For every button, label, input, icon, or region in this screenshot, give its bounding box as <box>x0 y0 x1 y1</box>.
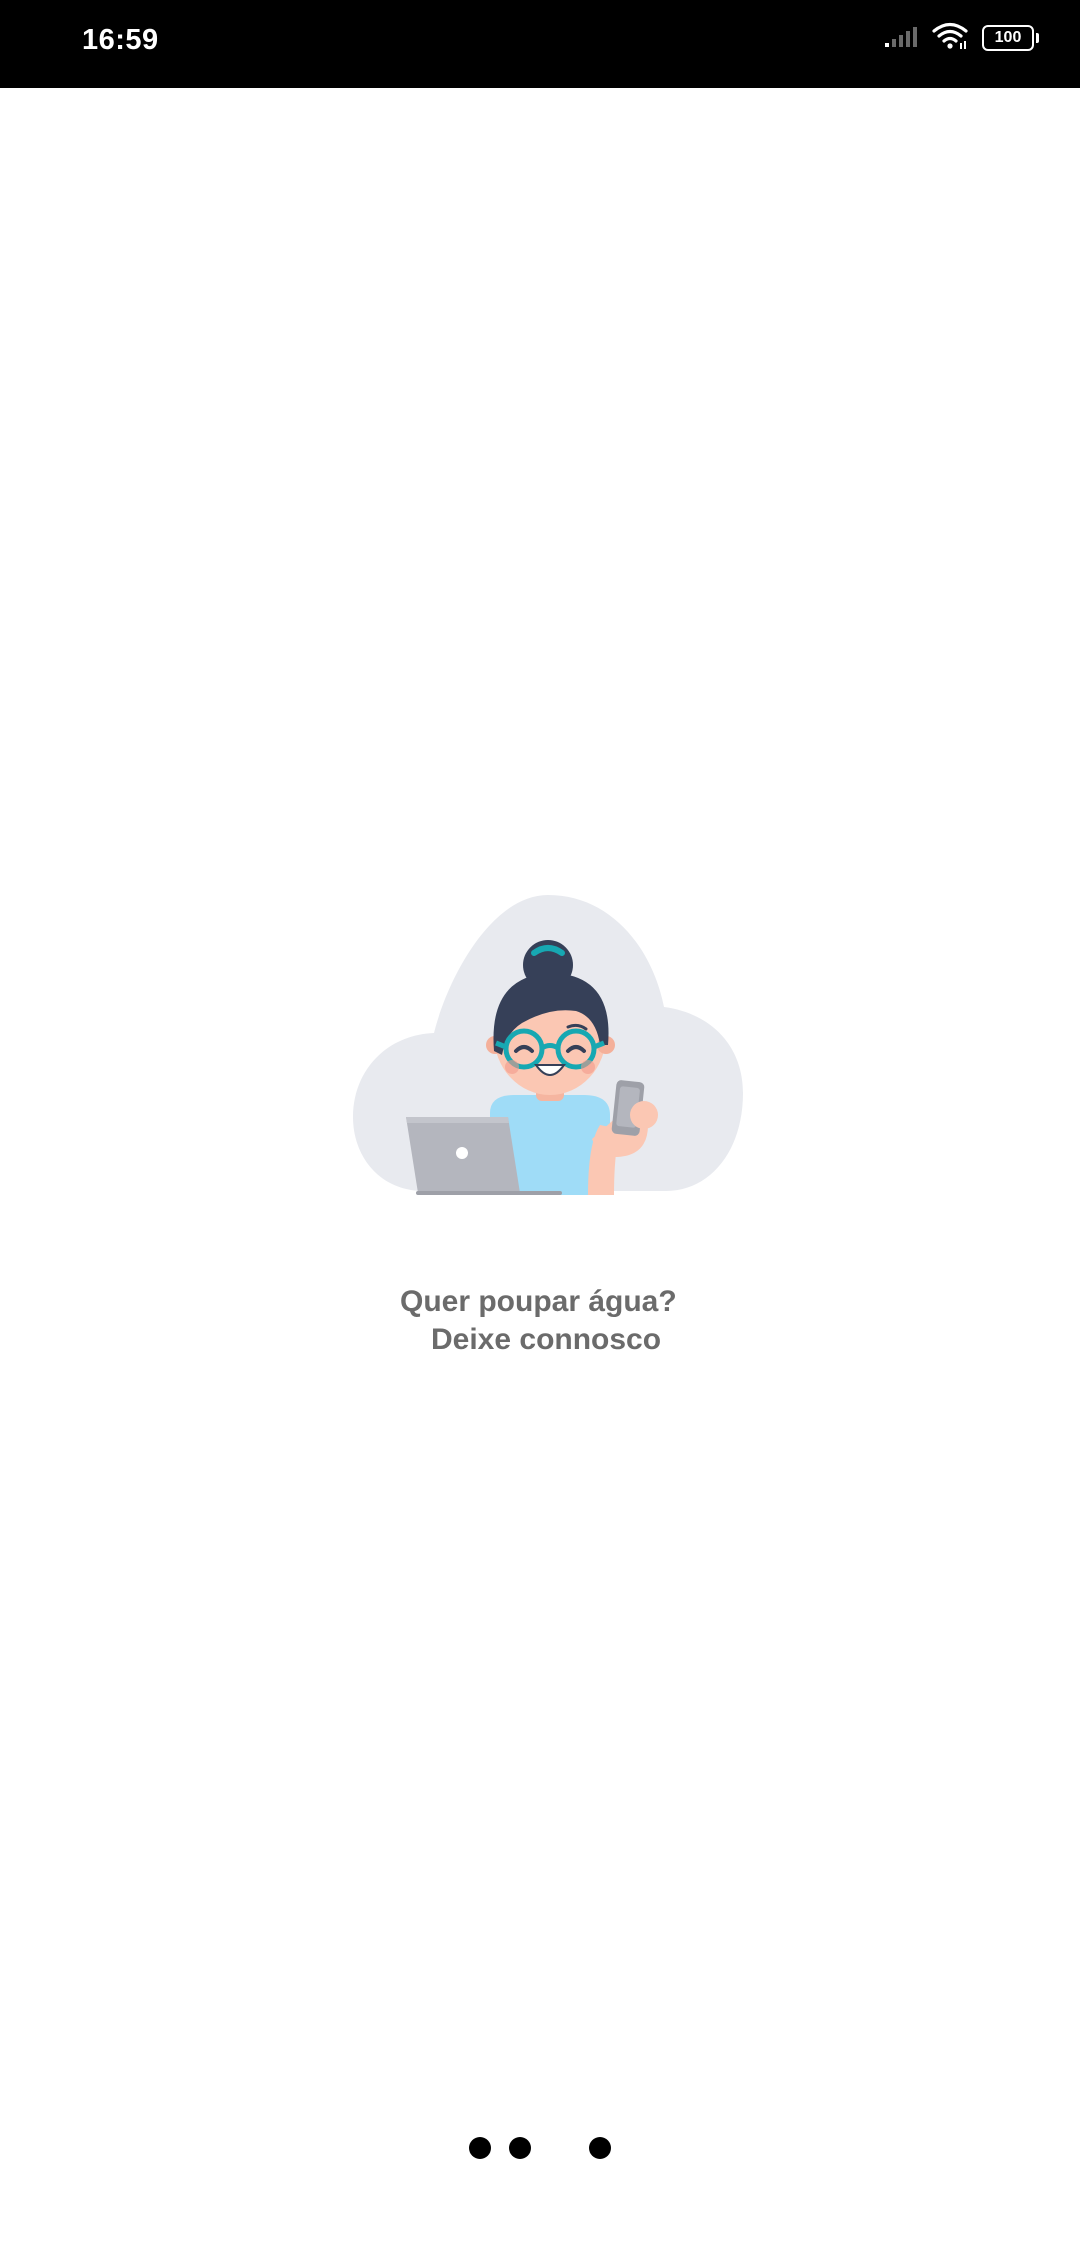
loading-dot <box>469 2137 491 2159</box>
woman-with-laptop-and-phone-illustration <box>352 895 744 1195</box>
loading-indicator <box>0 2137 1080 2161</box>
status-icons: 100 <box>884 22 1039 55</box>
wifi-icon <box>932 22 968 55</box>
loading-dot <box>589 2137 611 2159</box>
status-bar: 16:59 100 <box>0 0 1080 88</box>
battery-level: 100 <box>994 29 1022 46</box>
battery-icon: 100 <box>982 25 1039 51</box>
loading-dot <box>509 2137 531 2159</box>
splash-subline: Deixe connosco <box>431 1323 662 1356</box>
status-time: 16:59 <box>82 24 159 56</box>
signal-icon <box>884 24 918 53</box>
splash-headline: Quer poupar água? <box>400 1285 677 1318</box>
